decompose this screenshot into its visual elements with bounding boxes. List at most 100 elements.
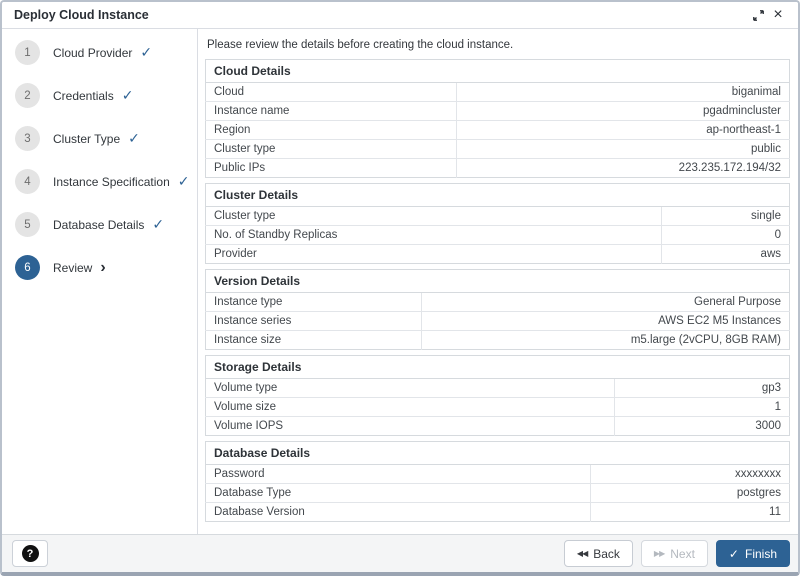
- row-value: 1: [614, 398, 789, 417]
- row-label: Provider: [206, 245, 662, 264]
- step-item-instance-specification[interactable]: 4Instance Specification✓: [2, 160, 197, 203]
- table-row: Volume typegp3: [206, 379, 790, 398]
- row-value: AWS EC2 M5 Instances: [422, 312, 790, 331]
- row-value: General Purpose: [422, 293, 790, 312]
- next-button-label: Next: [670, 547, 695, 561]
- section-cluster-details: Cluster DetailsCluster typesingleNo. of …: [205, 183, 790, 264]
- details-list: Cloud DetailsCloudbiganimalInstance name…: [205, 59, 790, 522]
- step-number: 5: [15, 212, 40, 237]
- check-icon: ✓: [729, 548, 739, 560]
- maximize-icon-glyph: [753, 10, 764, 21]
- step-number: 3: [15, 126, 40, 151]
- table-row: Instance typeGeneral Purpose: [206, 293, 790, 312]
- step-label: Cluster Type: [53, 132, 120, 146]
- step-number: 2: [15, 83, 40, 108]
- table-row: Provideraws: [206, 245, 790, 264]
- row-label: Instance size: [206, 331, 422, 350]
- step-label: Database Details: [53, 218, 144, 232]
- dialog-title: Deploy Cloud Instance: [14, 8, 748, 22]
- table-row: Volume IOPS3000: [206, 417, 790, 436]
- section-database-details: Database DetailsPasswordxxxxxxxxDatabase…: [205, 441, 790, 522]
- check-icon: ✓: [122, 87, 134, 104]
- finish-button[interactable]: ✓ Finish: [716, 540, 790, 567]
- finish-button-label: Finish: [745, 547, 777, 561]
- row-label: Database Version: [206, 503, 591, 522]
- row-label: Region: [206, 121, 457, 140]
- row-value: gp3: [614, 379, 789, 398]
- section-storage-details: Storage DetailsVolume typegp3Volume size…: [205, 355, 790, 436]
- check-icon: ✓: [128, 130, 140, 147]
- row-label: Instance name: [206, 102, 457, 121]
- section-title: Cluster Details: [206, 184, 790, 207]
- dialog-body: 1 Cloud Provider ✓ 2 Credentials ✓ 3 Cluster Ty…: [2, 29, 798, 534]
- next-button[interactable]: ▶▶ Next: [641, 540, 708, 567]
- table-row: Instance seriesAWS EC2 M5 Instances: [206, 312, 790, 331]
- deploy-cloud-instance-dialog: Deploy Cloud Instance × 1 Cloud Provider ✓…: [0, 0, 800, 576]
- row-value: single: [661, 207, 789, 226]
- section-title: Database Details: [206, 442, 790, 465]
- step-label: Instance Specification: [53, 175, 170, 189]
- step-item-cloud-provider[interactable]: 1 Cloud Provider ✓: [2, 31, 197, 74]
- row-label: Instance type: [206, 293, 422, 312]
- review-note: Please review the details before creatin…: [207, 39, 790, 51]
- double-right-arrow-icon: ▶▶: [654, 550, 664, 558]
- row-label: Cloud: [206, 83, 457, 102]
- row-label: Cluster type: [206, 207, 662, 226]
- table-row: Cluster typepublic: [206, 140, 790, 159]
- table-row: Database Version11: [206, 503, 790, 522]
- back-button[interactable]: ◀◀ Back: [564, 540, 633, 567]
- row-value: public: [457, 140, 790, 159]
- step-number: 6: [15, 255, 40, 280]
- check-icon: ✓: [140, 44, 152, 61]
- row-label: Cluster type: [206, 140, 457, 159]
- table-row: Database Typepostgres: [206, 484, 790, 503]
- row-value: postgres: [591, 484, 790, 503]
- table-row: Volume size1: [206, 398, 790, 417]
- step-item-cluster-type[interactable]: 3 Cluster Type ✓: [2, 117, 197, 160]
- step-number: 4: [15, 169, 40, 194]
- step-label: Review: [53, 261, 92, 275]
- section-title: Cloud Details: [206, 60, 790, 83]
- dialog-footer: ? ◀◀ Back ▶▶ Next ✓ Finish: [2, 534, 798, 572]
- row-label: Volume type: [206, 379, 615, 398]
- step-label: Credentials: [53, 89, 114, 103]
- wizard-step-list: 1 Cloud Provider ✓ 2 Credentials ✓ 3 Cluster Ty…: [2, 29, 198, 534]
- row-value: 11: [591, 503, 790, 522]
- row-label: Public IPs: [206, 159, 457, 178]
- row-label: Database Type: [206, 484, 591, 503]
- table-row: Cloudbiganimal: [206, 83, 790, 102]
- back-button-label: Back: [593, 547, 620, 561]
- row-value: 3000: [614, 417, 789, 436]
- row-label: No. of Standby Replicas: [206, 226, 662, 245]
- row-value: 223.235.172.194/32: [457, 159, 790, 178]
- row-label: Volume size: [206, 398, 615, 417]
- step-number: 1: [15, 40, 40, 65]
- table-row: Instance sizem5.large (2vCPU, 8GB RAM): [206, 331, 790, 350]
- double-left-arrow-icon: ◀◀: [577, 550, 587, 558]
- row-label: Volume IOPS: [206, 417, 615, 436]
- step-item-review[interactable]: 6 Review ›: [2, 246, 197, 289]
- row-value: pgadmincluster: [457, 102, 790, 121]
- table-row: Cluster typesingle: [206, 207, 790, 226]
- row-value: biganimal: [457, 83, 790, 102]
- step-item-credentials[interactable]: 2 Credentials ✓: [2, 74, 197, 117]
- section-title: Storage Details: [206, 356, 790, 379]
- maximize-icon[interactable]: [748, 5, 768, 25]
- row-value: xxxxxxxx: [591, 465, 790, 484]
- table-row: Instance namepgadmincluster: [206, 102, 790, 121]
- help-button[interactable]: ?: [12, 540, 48, 567]
- table-row: Regionap-northeast-1: [206, 121, 790, 140]
- row-value: m5.large (2vCPU, 8GB RAM): [422, 331, 790, 350]
- row-value: aws: [661, 245, 789, 264]
- help-icon: ?: [22, 545, 39, 562]
- step-item-database-details[interactable]: 5 Database Details ✓: [2, 203, 197, 246]
- step-label: Cloud Provider: [53, 46, 132, 60]
- check-icon: ✓: [152, 216, 164, 233]
- row-label: Instance series: [206, 312, 422, 331]
- close-icon[interactable]: ×: [768, 5, 788, 25]
- table-row: Public IPs223.235.172.194/32: [206, 159, 790, 178]
- table-row: No. of Standby Replicas0: [206, 226, 790, 245]
- review-panel: Please review the details before creatin…: [198, 29, 798, 534]
- chevron-right-icon: ›: [100, 260, 105, 276]
- row-value: 0: [661, 226, 789, 245]
